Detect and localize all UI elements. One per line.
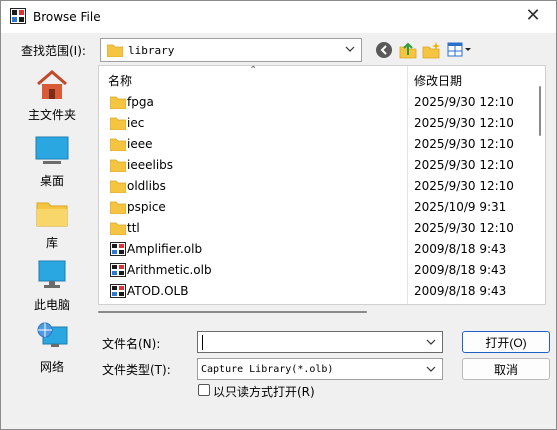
browse-file-dialog: Browse File ✕ 查找范围(I): library 主文件夹 桌面 库… <box>0 0 557 430</box>
file-name: Arithmetic.olb <box>127 263 212 277</box>
place-label-library: 库 <box>45 236 58 250</box>
folder-icon <box>110 96 126 109</box>
list-item[interactable]: ttl 2025/9/30 12:10 <box>99 218 539 239</box>
look-in-label: 查找范围(I): <box>21 44 86 58</box>
file-name: Amplifier.olb <box>127 242 203 256</box>
cancel-button[interactable]: 取消 <box>462 358 550 380</box>
chevron-down-icon[interactable] <box>343 41 357 57</box>
horizontal-scrollbar[interactable] <box>98 311 367 313</box>
file-date: 2009/8/18 9:43 <box>414 284 507 298</box>
place-label-home: 主文件夹 <box>27 108 76 122</box>
chevron-down-icon[interactable] <box>424 334 438 350</box>
olb-file-icon <box>110 263 126 277</box>
close-button[interactable]: ✕ <box>522 5 544 27</box>
network-icon <box>37 322 68 347</box>
list-item[interactable]: ATOD.OLB 2009/8/18 9:43 <box>99 281 539 302</box>
place-label-network: 网络 <box>39 360 64 374</box>
folder-icon <box>107 44 123 57</box>
sort-up-icon: ⌃ <box>249 65 258 76</box>
list-item[interactable]: iec 2025/9/30 12:10 <box>99 113 539 134</box>
file-date: 2025/9/30 12:10 <box>414 116 514 130</box>
list-item[interactable]: Amplifier.olb 2009/8/18 9:43 <box>99 239 539 260</box>
file-date: 2025/9/30 12:10 <box>414 137 514 151</box>
file-date: 2025/9/30 12:10 <box>414 158 514 172</box>
place-label-this-pc: 此电脑 <box>33 298 70 312</box>
place-desktop[interactable]: 桌面 <box>11 135 93 191</box>
filetype-value: Capture Library(*.olb) <box>201 364 334 375</box>
list-item[interactable]: pspice 2025/10/9 9:31 <box>99 197 539 218</box>
window-title: Browse File <box>33 10 101 24</box>
new-folder-icon[interactable] <box>422 41 440 59</box>
file-date: 2025/10/9 9:31 <box>414 200 507 214</box>
file-date: 2025/9/30 12:10 <box>414 221 514 235</box>
file-date: 2025/9/30 12:10 <box>414 95 514 109</box>
file-name: ttl <box>127 221 140 235</box>
column-header-name[interactable]: 名称 <box>108 72 132 89</box>
list-item[interactable]: Arithmetic.olb 2009/8/18 9:43 <box>99 260 539 281</box>
file-name: ATOD.OLB <box>127 284 189 298</box>
file-name: ieeelibs <box>127 158 174 172</box>
place-label-desktop: 桌面 <box>39 174 64 188</box>
place-library[interactable]: 库 <box>11 197 93 253</box>
file-date: 2009/8/18 9:43 <box>414 242 507 256</box>
file-name: ieee <box>127 137 153 151</box>
back-icon[interactable] <box>375 41 393 59</box>
folder-icon <box>110 159 126 172</box>
list-item[interactable]: ieeelibs 2025/9/30 12:10 <box>99 155 539 176</box>
folder-icon <box>110 180 126 193</box>
title-bar[interactable]: Browse File ✕ <box>1 1 556 33</box>
olb-file-icon <box>110 284 126 298</box>
olb-file-icon <box>110 242 126 256</box>
file-name: oldlibs <box>127 179 166 193</box>
vertical-scrollbar[interactable] <box>539 86 541 136</box>
folder-icon <box>110 117 126 130</box>
home-icon <box>37 70 67 99</box>
desktop-icon <box>35 136 69 164</box>
file-list[interactable]: ⌃ 名称 修改日期 fpga 2025/9/30 12:10 iec 2025/… <box>98 65 546 305</box>
filetype-label: 文件类型(T): <box>102 363 171 377</box>
folder-icon <box>110 138 126 151</box>
computer-icon <box>38 260 66 288</box>
list-item[interactable]: fpga 2025/9/30 12:10 <box>99 92 539 113</box>
filename-label: 文件名(N): <box>102 337 161 351</box>
file-name: pspice <box>127 200 166 214</box>
list-item[interactable]: oldlibs 2025/9/30 12:10 <box>99 176 539 197</box>
look-in-combobox[interactable]: library <box>100 38 362 62</box>
place-this-pc[interactable]: 此电脑 <box>11 259 93 315</box>
file-name: iec <box>127 116 145 130</box>
file-date: 2009/8/18 9:43 <box>414 263 507 277</box>
place-home[interactable]: 主文件夹 <box>11 69 93 125</box>
list-header: ⌃ 名称 修改日期 <box>99 66 545 90</box>
filename-input[interactable] <box>197 331 443 353</box>
app-icon <box>10 8 26 24</box>
file-name: fpga <box>127 95 154 109</box>
folder-icon <box>110 222 126 235</box>
places-bar: 主文件夹 桌面 库 此电脑 网络 <box>11 65 93 423</box>
text-caret <box>202 335 203 350</box>
open-button[interactable]: 打开(O) <box>462 331 550 353</box>
column-header-date[interactable]: 修改日期 <box>414 72 462 89</box>
look-in-value: library <box>128 44 175 57</box>
readonly-checkbox-label[interactable]: 以只读方式打开(R) <box>213 383 315 400</box>
readonly-checkbox[interactable] <box>198 384 210 396</box>
list-item[interactable]: ieee 2025/9/30 12:10 <box>99 134 539 155</box>
filetype-select[interactable]: Capture Library(*.olb) <box>197 358 443 380</box>
place-network[interactable]: 网络 <box>11 321 93 377</box>
folder-icon <box>110 201 126 214</box>
up-folder-icon[interactable] <box>399 41 417 59</box>
view-menu-icon[interactable] <box>447 41 473 59</box>
chevron-down-icon[interactable] <box>424 361 438 377</box>
library-icon <box>36 202 68 227</box>
file-date: 2025/9/30 12:10 <box>414 179 514 193</box>
